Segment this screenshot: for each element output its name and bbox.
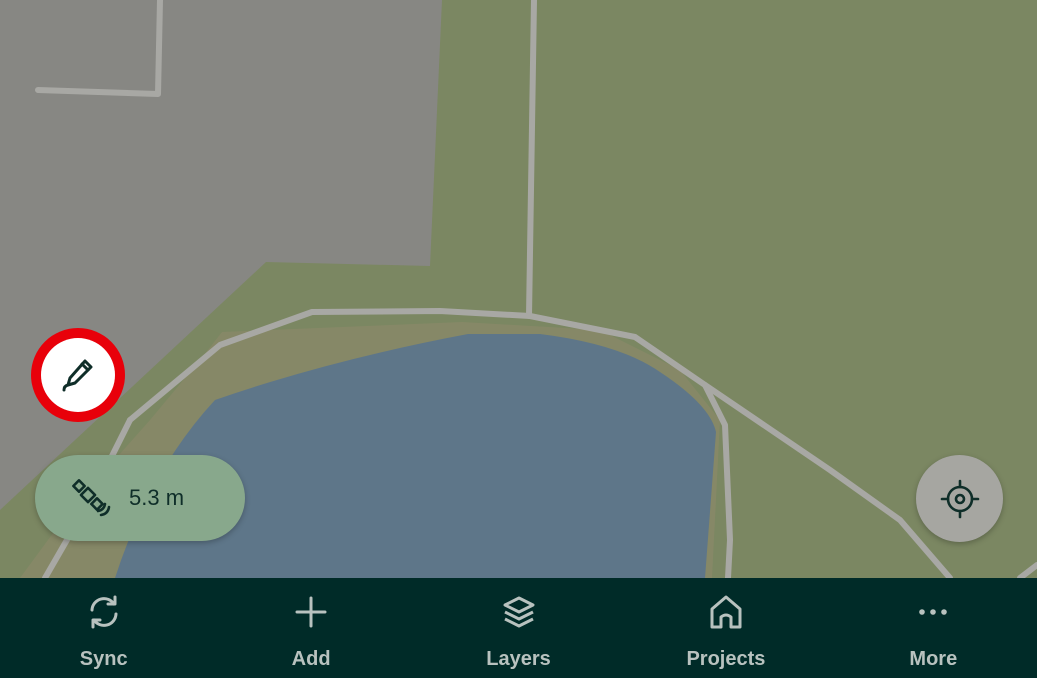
nav-layers[interactable]: Layers	[415, 578, 622, 678]
plus-icon	[291, 592, 331, 632]
home-icon	[706, 592, 746, 632]
locate-button[interactable]	[916, 455, 1003, 542]
nav-projects-label: Projects	[686, 648, 766, 670]
nav-more[interactable]: More	[830, 578, 1037, 678]
nav-layers-label: Layers	[486, 648, 551, 670]
nav-add[interactable]: Add	[207, 578, 414, 678]
more-icon	[913, 592, 953, 632]
nav-sync[interactable]: Sync	[0, 578, 207, 678]
satellite-icon	[71, 478, 111, 518]
nav-add-label: Add	[291, 648, 331, 670]
sync-icon	[84, 592, 124, 632]
nav-sync-label: Sync	[79, 648, 128, 670]
gps-accuracy-indicator[interactable]: 5.3 m	[35, 455, 245, 541]
pencil-icon	[62, 359, 93, 392]
nav-more-label: More	[909, 648, 958, 670]
bottom-navigation: Sync Add Layers Projects More	[0, 578, 1037, 678]
edit-button[interactable]	[31, 328, 125, 422]
nav-projects[interactable]: Projects	[622, 578, 829, 678]
layers-icon	[499, 592, 539, 632]
crosshair-icon	[940, 479, 979, 518]
edit-button-inner	[41, 338, 115, 412]
gps-accuracy-value: 5.3 m	[129, 485, 185, 510]
